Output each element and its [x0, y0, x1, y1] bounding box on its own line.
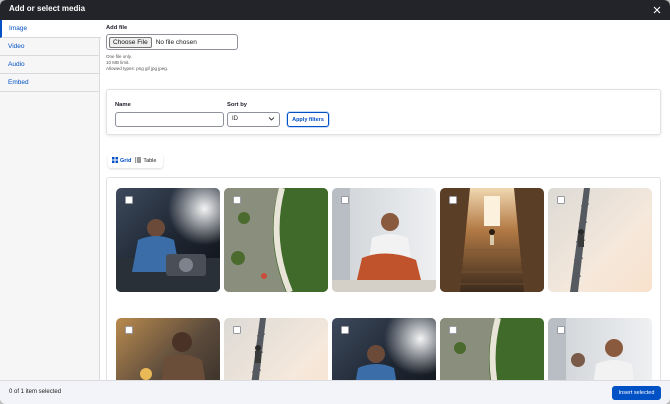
select-checkbox[interactable]	[341, 326, 349, 334]
select-checkbox[interactable]	[341, 196, 349, 204]
main-content: Add file Choose File No file chosen One …	[101, 20, 670, 380]
choose-file-button[interactable]: Choose File	[109, 36, 152, 48]
select-checkbox[interactable]	[449, 196, 457, 204]
selection-status: 0 of 1 item selected	[9, 389, 62, 395]
upload-description-line: 10 MB limit.	[106, 60, 130, 65]
file-upload-field[interactable]: Choose File No file chosen	[106, 34, 238, 50]
select-checkbox[interactable]	[233, 326, 241, 334]
media-item[interactable]	[116, 188, 220, 292]
name-filter-label: Name	[115, 102, 131, 108]
media-item[interactable]	[548, 318, 652, 380]
select-checkbox[interactable]	[449, 326, 457, 334]
sidebar-item-label: Image	[9, 25, 28, 32]
media-item[interactable]	[116, 318, 220, 380]
media-item[interactable]	[224, 188, 328, 292]
view-switcher: Grid Table	[108, 154, 163, 168]
select-checkbox[interactable]	[557, 326, 565, 334]
close-icon[interactable]	[649, 2, 665, 18]
media-type-sidebar: Image Video Audio Embed	[0, 20, 101, 380]
upload-description-line: One file only.	[106, 54, 132, 59]
filters-panel: Name Sort by ID Apply filters	[106, 89, 661, 135]
chevron-down-icon	[268, 116, 275, 124]
tab-grid-label: Grid	[120, 158, 132, 164]
dialog-title: Add or select media	[9, 4, 86, 13]
sidebar-item-video[interactable]: Video	[0, 38, 99, 56]
tab-grid[interactable]: Grid	[112, 157, 131, 165]
select-checkbox[interactable]	[557, 196, 565, 204]
media-item[interactable]	[332, 318, 436, 380]
tab-table-label: Table	[143, 158, 157, 164]
media-item[interactable]	[440, 188, 544, 292]
media-item[interactable]	[332, 188, 436, 292]
sidebar-item-label: Audio	[8, 61, 25, 68]
dialog-titlebar: Add or select media	[0, 0, 670, 20]
name-filter-input[interactable]	[115, 112, 224, 127]
no-file-text: No file chosen	[155, 38, 197, 46]
sidebar-item-image[interactable]: Image	[0, 20, 101, 38]
media-dialog: Add or select media Image Video Audio Em…	[0, 0, 670, 404]
select-checkbox[interactable]	[125, 196, 133, 204]
sidebar-item-label: Video	[8, 43, 25, 50]
insert-selected-button[interactable]: Insert selected	[612, 386, 661, 400]
sidebar-item-audio[interactable]: Audio	[0, 56, 99, 74]
select-checkbox[interactable]	[125, 326, 133, 334]
grid-icon	[112, 157, 118, 165]
sort-by-value: ID	[232, 116, 238, 122]
tab-table[interactable]: Table	[135, 157, 156, 165]
list-icon	[135, 157, 142, 165]
media-grid	[106, 177, 661, 380]
upload-description-line: Allowed types: png gif jpg jpeg.	[106, 66, 169, 71]
sidebar-item-embed[interactable]: Embed	[0, 74, 99, 92]
sort-by-select[interactable]: ID	[227, 112, 280, 127]
sort-by-label: Sort by	[227, 102, 247, 108]
select-checkbox[interactable]	[233, 196, 241, 204]
sidebar-item-label: Embed	[8, 79, 29, 86]
media-item[interactable]	[440, 318, 544, 380]
media-item[interactable]	[224, 318, 328, 380]
add-file-label: Add file	[106, 25, 128, 31]
apply-filters-button[interactable]: Apply filters	[287, 112, 329, 127]
media-item[interactable]	[548, 188, 652, 292]
dialog-footer: 0 of 1 item selected Insert selected	[0, 380, 670, 404]
